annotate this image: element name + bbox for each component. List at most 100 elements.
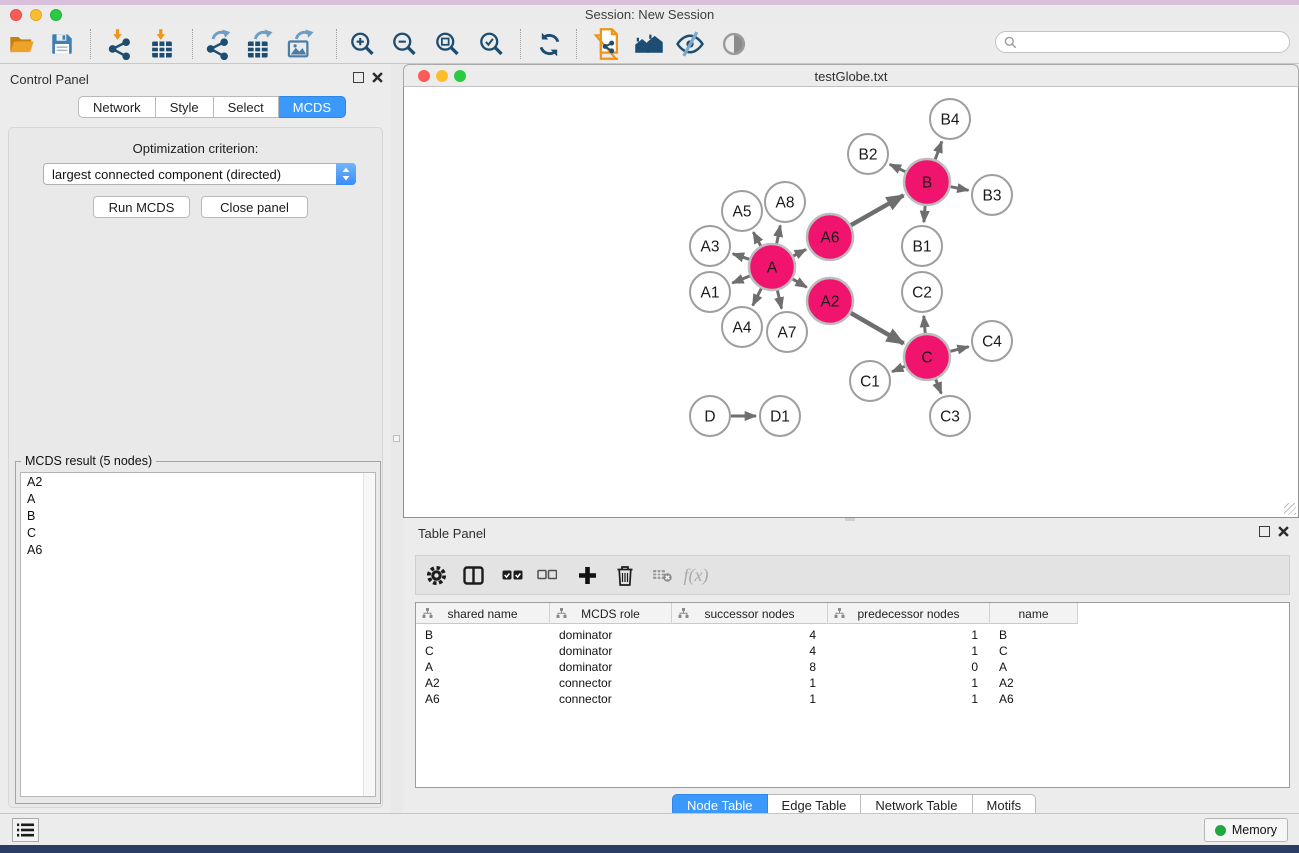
edge-A-A4[interactable] bbox=[753, 289, 762, 306]
refresh-view-button[interactable] bbox=[531, 26, 567, 62]
table-cell: 1 bbox=[828, 643, 990, 659]
create-column-button[interactable] bbox=[569, 556, 605, 594]
apply-function-button[interactable]: f(x) bbox=[678, 556, 714, 594]
close-panel-icon[interactable] bbox=[372, 72, 383, 83]
tab-style[interactable]: Style bbox=[156, 96, 214, 118]
search-input[interactable] bbox=[1022, 35, 1272, 49]
resize-grip[interactable] bbox=[1284, 503, 1296, 515]
float-panel-icon[interactable] bbox=[353, 72, 364, 83]
close-panel-icon[interactable] bbox=[1278, 526, 1289, 537]
tab-select[interactable]: Select bbox=[214, 96, 279, 118]
export-network-button[interactable] bbox=[200, 26, 236, 62]
edge-A-A5[interactable] bbox=[753, 232, 760, 246]
search-field[interactable] bbox=[995, 31, 1290, 53]
node-label-A7: A7 bbox=[778, 324, 797, 341]
zoom-in-button[interactable] bbox=[344, 26, 380, 62]
export-table-button[interactable] bbox=[241, 26, 277, 62]
table-row[interactable]: A2connector11A2 bbox=[416, 675, 1289, 691]
edge-C-C3[interactable] bbox=[936, 379, 942, 393]
table-options-button[interactable] bbox=[418, 556, 454, 594]
network-canvas[interactable]: AA1A2A3A4A5A6A7A8BB1B2B3B4CC1C2C3C4DD1 bbox=[403, 87, 1299, 518]
tab-mcds[interactable]: MCDS bbox=[279, 96, 346, 118]
horizontal-divider-handle[interactable] bbox=[845, 518, 855, 521]
table-header-row: shared nameMCDS rolesuccessor nodesprede… bbox=[416, 603, 1289, 624]
network-graph[interactable]: AA1A2A3A4A5A6A7A8BB1B2B3B4CC1C2C3C4DD1 bbox=[404, 87, 1298, 516]
optimization-criterion-label: Optimization criterion: bbox=[9, 141, 382, 156]
tab-network[interactable]: Network bbox=[78, 96, 156, 118]
criterion-dropdown[interactable]: largest connected component (directed) bbox=[43, 163, 356, 185]
table-row[interactable]: Bdominator41B bbox=[416, 627, 1289, 643]
edge-B-B3[interactable] bbox=[951, 187, 969, 191]
column-header-successor-nodes[interactable]: successor nodes bbox=[672, 603, 828, 624]
edge-A-A1[interactable] bbox=[732, 276, 749, 283]
open-file-button[interactable] bbox=[4, 26, 40, 62]
mcds-result-list[interactable]: A2ABCA6 bbox=[20, 472, 376, 797]
toggle-column-view-button[interactable] bbox=[455, 556, 491, 594]
mcds-result-item[interactable]: A2 bbox=[21, 473, 375, 490]
save-session-button[interactable] bbox=[44, 26, 80, 62]
edge-C-C4[interactable] bbox=[950, 347, 968, 352]
run-mcds-button[interactable]: Run MCDS bbox=[93, 196, 190, 218]
edge-C-C1[interactable] bbox=[892, 366, 905, 371]
table-row[interactable]: Cdominator41C bbox=[416, 643, 1289, 659]
node-label-A1: A1 bbox=[701, 284, 720, 301]
node-table[interactable]: shared nameMCDS rolesuccessor nodesprede… bbox=[415, 602, 1290, 788]
edge-A-A2[interactable] bbox=[793, 279, 807, 287]
zoom-out-button[interactable] bbox=[386, 26, 422, 62]
close-panel-button[interactable]: Close panel bbox=[201, 196, 308, 218]
create-network-from-file-button[interactable] bbox=[589, 26, 625, 62]
home-button[interactable] bbox=[631, 26, 667, 62]
chevron-up-down-icon bbox=[341, 166, 351, 182]
table-row[interactable]: A6connector11A6 bbox=[416, 691, 1289, 707]
column-header-shared-name[interactable]: shared name bbox=[416, 603, 550, 624]
zoom-fit-button[interactable] bbox=[429, 26, 465, 62]
table-row[interactable]: Adominator80A bbox=[416, 659, 1289, 675]
edge-B-B1[interactable] bbox=[924, 206, 925, 222]
column-header-predecessor-nodes[interactable]: predecessor nodes bbox=[828, 603, 990, 624]
network-window-title: testGlobe.txt bbox=[404, 69, 1298, 84]
edge-A6-B[interactable] bbox=[851, 195, 904, 225]
column-header-name[interactable]: name bbox=[990, 603, 1078, 624]
edge-A-A7[interactable] bbox=[777, 290, 781, 308]
table-panel-title: Table Panel bbox=[418, 526, 486, 541]
float-panel-icon[interactable] bbox=[1259, 526, 1270, 537]
birdseye-eye-icon bbox=[720, 30, 748, 58]
divider-handle[interactable] bbox=[393, 435, 400, 442]
mcds-result-item[interactable]: B bbox=[21, 507, 375, 524]
node-label-D1: D1 bbox=[770, 408, 790, 425]
delete-columns-button[interactable] bbox=[607, 556, 643, 594]
mcds-result-item[interactable]: C bbox=[21, 524, 375, 541]
task-history-button[interactable] bbox=[12, 818, 39, 842]
delete-table-button[interactable] bbox=[644, 556, 680, 594]
zoom-selected-button[interactable] bbox=[473, 26, 509, 62]
memory-button[interactable]: Memory bbox=[1204, 818, 1288, 842]
edge-A2-C[interactable] bbox=[851, 313, 904, 344]
edge-A-A6[interactable] bbox=[793, 249, 806, 256]
import-table-button[interactable] bbox=[144, 26, 180, 62]
column-header-MCDS-role[interactable]: MCDS role bbox=[550, 603, 672, 624]
edge-A-A8[interactable] bbox=[777, 226, 781, 244]
result-scrollbar[interactable] bbox=[363, 473, 375, 796]
node-label-A2: A2 bbox=[821, 293, 840, 310]
mcds-result-item[interactable]: A6 bbox=[21, 541, 375, 558]
node-label-A4: A4 bbox=[733, 319, 752, 336]
edge-B-B2[interactable] bbox=[890, 164, 906, 171]
table-toolbar: f(x) bbox=[415, 555, 1290, 595]
hide-graphics-details-button[interactable] bbox=[672, 26, 708, 62]
select-all-columns-button[interactable] bbox=[494, 556, 530, 594]
mcds-result-item[interactable]: A bbox=[21, 490, 375, 507]
table-cell: 1 bbox=[828, 691, 990, 707]
edge-A-A3[interactable] bbox=[733, 254, 750, 260]
panel-divider-vertical[interactable] bbox=[391, 64, 403, 813]
edge-C-C2[interactable] bbox=[924, 316, 925, 333]
import-network-button[interactable] bbox=[102, 26, 138, 62]
node-label-A6: A6 bbox=[821, 229, 840, 246]
export-image-button[interactable] bbox=[282, 26, 318, 62]
refresh-icon bbox=[536, 31, 563, 58]
birdseye-view-button[interactable] bbox=[716, 26, 752, 62]
node-label-C2: C2 bbox=[912, 284, 932, 301]
deselect-all-columns-button[interactable] bbox=[529, 556, 565, 594]
node-label-C1: C1 bbox=[860, 373, 880, 390]
edge-B-B4[interactable] bbox=[935, 142, 942, 160]
table-cell: 1 bbox=[828, 627, 990, 643]
